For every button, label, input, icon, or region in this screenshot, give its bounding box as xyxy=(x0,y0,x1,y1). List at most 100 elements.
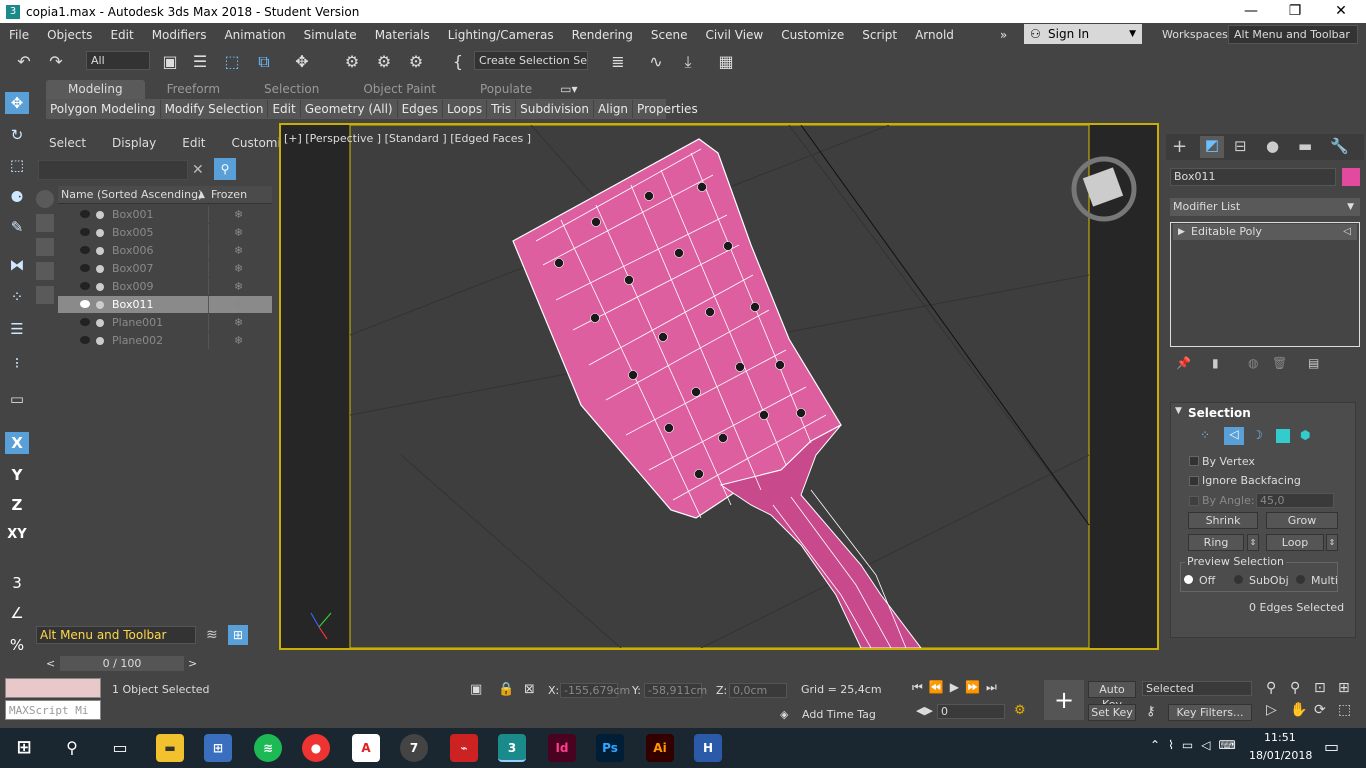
menu-animation[interactable]: Animation xyxy=(215,28,294,42)
visibility-eye-icon[interactable] xyxy=(80,246,90,254)
measure-icon[interactable]: ▭ xyxy=(5,388,29,410)
panel-edges[interactable]: Edges xyxy=(398,100,444,118)
orbit-icon[interactable]: ⟳ xyxy=(1314,702,1326,718)
chrome-icon[interactable]: ● xyxy=(302,734,330,762)
time-next-button[interactable]: > xyxy=(188,657,197,670)
border-mode-icon[interactable]: ☽ xyxy=(1252,428,1263,442)
spacing-icon[interactable]: ⁝ xyxy=(5,352,29,374)
minimize-button[interactable]: — xyxy=(1228,0,1274,23)
rotate-tool-icon[interactable]: ↻ xyxy=(5,124,29,146)
time-prev-button[interactable]: < xyxy=(46,657,55,670)
goto-start-icon[interactable]: ⏮ xyxy=(912,680,929,694)
undo-icon[interactable]: ↶ xyxy=(12,50,36,74)
motion-tab-icon[interactable]: ● xyxy=(1266,137,1279,155)
render-setup-icon[interactable]: ▦ xyxy=(714,50,738,74)
zoom-extents-icon[interactable]: ⊡ xyxy=(1314,680,1326,696)
show-end-result-icon[interactable]: ▮ xyxy=(1212,356,1219,370)
app-7-icon[interactable]: 7 xyxy=(400,734,428,762)
scale-tool-icon[interactable]: ⬚ xyxy=(5,154,29,176)
panel-polygon-modeling[interactable]: Polygon Modeling xyxy=(46,100,161,118)
sign-in-button[interactable]: Sign In ⚇ ▼ xyxy=(1024,24,1142,44)
configure-modifier-sets-icon[interactable]: ▤ xyxy=(1308,356,1319,370)
schematic-view-icon[interactable]: ⤓ xyxy=(676,50,700,74)
unlink-icon[interactable]: ⚙ xyxy=(372,50,396,74)
workspaces-dropdown[interactable]: Alt Menu and Toolbar xyxy=(1228,25,1358,44)
preview-multi-radio[interactable] xyxy=(1296,575,1305,584)
array-icon[interactable]: ⁘ xyxy=(5,286,29,308)
visibility-eye-icon[interactable] xyxy=(80,318,90,326)
angle-spinner[interactable]: 45,0 xyxy=(1256,493,1334,508)
display-lights-icon[interactable] xyxy=(36,238,54,256)
time-slider[interactable]: 0 / 100 xyxy=(60,656,184,671)
visibility-eye-icon[interactable] xyxy=(80,228,90,236)
store-icon[interactable]: ⊞ xyxy=(204,734,232,762)
menu-rendering[interactable]: Rendering xyxy=(563,28,642,42)
scene-row[interactable]: Plane002 ❄ xyxy=(58,332,272,349)
xy-plane-icon[interactable]: XY xyxy=(5,524,29,546)
photoshop-icon[interactable]: Ps xyxy=(596,734,624,762)
panel-edit[interactable]: Edit xyxy=(268,100,301,118)
utilities-tab-icon[interactable]: 🔧 xyxy=(1330,137,1349,155)
3dsmax-taskbar-icon[interactable]: 3 xyxy=(498,734,526,762)
h2-app-icon[interactable]: H xyxy=(694,734,722,762)
edge-mode-icon[interactable]: ◁ xyxy=(1224,427,1244,445)
spotify-icon[interactable]: ≋ xyxy=(254,734,282,762)
scene-row[interactable]: Box006 ❄ xyxy=(58,242,272,259)
tab-populate[interactable]: Populate xyxy=(458,80,554,99)
redo-icon[interactable]: ↷ xyxy=(44,50,68,74)
display-objects-icon[interactable] xyxy=(36,190,54,208)
panel-properties[interactable]: Properties xyxy=(633,100,703,118)
named-selection-icon[interactable]: { xyxy=(446,50,470,74)
panel-modify-selection[interactable]: Modify Selection xyxy=(161,100,269,118)
indesign-icon[interactable]: Id xyxy=(548,734,576,762)
select-by-name-icon[interactable]: ☰ xyxy=(188,50,212,74)
z-coord-field[interactable]: 0,0cm xyxy=(729,683,787,698)
rectangular-selection-icon[interactable]: ⬚ xyxy=(220,50,244,74)
panel-align[interactable]: Align xyxy=(594,100,634,118)
object-name-field[interactable]: Box011 xyxy=(1170,168,1336,186)
remove-modifier-icon[interactable]: 🗑 xyxy=(1272,356,1287,370)
field-of-view-icon[interactable]: ▷ xyxy=(1266,702,1277,718)
freeze-icon[interactable]: ❄ xyxy=(234,260,243,277)
visibility-eye-icon[interactable] xyxy=(80,282,90,290)
display-tab-icon[interactable]: ▬ xyxy=(1298,137,1312,155)
menu-materials[interactable]: Materials xyxy=(366,28,439,42)
create-tab-icon[interactable]: + xyxy=(1172,136,1187,157)
perspective-viewport[interactable] xyxy=(279,123,1159,650)
curve-editor-icon[interactable]: ∿ xyxy=(644,50,668,74)
menu-file[interactable]: File xyxy=(0,28,38,42)
visibility-eye-icon[interactable] xyxy=(80,264,90,272)
element-mode-icon[interactable]: ⬢ xyxy=(1300,428,1310,442)
z-axis-icon[interactable]: Z xyxy=(5,494,29,516)
action-center-icon[interactable]: ▭ xyxy=(1324,737,1339,756)
modifier-list-dropdown[interactable]: Modifier List ▼ xyxy=(1170,198,1360,216)
maximize-viewport-icon[interactable]: ⬚ xyxy=(1338,702,1351,718)
isolate-selection-icon[interactable]: ▣ xyxy=(470,682,482,697)
stack-item-editable-poly[interactable]: ▶ Editable Poly ◁ xyxy=(1173,224,1357,240)
auto-key-button[interactable]: Auto Key xyxy=(1088,681,1136,711)
loop-spinner-icon[interactable]: ⇕ xyxy=(1326,534,1338,551)
current-frame-field[interactable]: 0 xyxy=(937,704,1005,719)
freeze-icon[interactable]: ❄ xyxy=(234,224,243,241)
add-time-tag-button[interactable]: Add Time Tag xyxy=(802,708,876,721)
layer-explorer-toggle-icon[interactable]: ≋ xyxy=(206,627,218,643)
freeze-icon[interactable]: ❄ xyxy=(234,314,243,331)
maximize-button[interactable]: ❐ xyxy=(1272,0,1318,23)
modify-tab-icon[interactable]: ◩ xyxy=(1200,136,1224,158)
play-icon[interactable]: ▶ xyxy=(950,680,965,694)
grow-button[interactable]: Grow xyxy=(1266,512,1338,529)
tray-chevron-icon[interactable]: ⌃ xyxy=(1150,738,1168,752)
selection-rollout-title[interactable]: Selection xyxy=(1188,406,1251,420)
viewport-label[interactable]: [+] [Perspective ] [Standard ] [Edged Fa… xyxy=(284,132,531,145)
prev-frame-icon[interactable]: ⏪ xyxy=(929,680,950,694)
y-axis-icon[interactable]: Y xyxy=(5,464,29,486)
search-icon[interactable]: ⚲ xyxy=(58,734,86,762)
selection-lock-icon[interactable]: 🔒 xyxy=(498,682,514,697)
snaps-3d-icon[interactable]: 3 xyxy=(5,572,29,594)
collapse-triangle-icon[interactable]: ▼ xyxy=(1175,406,1182,416)
select-object-icon[interactable]: ▣ xyxy=(158,50,182,74)
panel-tris[interactable]: Tris xyxy=(487,100,517,118)
autocad-icon[interactable]: A xyxy=(352,734,380,762)
scene-row[interactable]: Box009 ❄ xyxy=(58,278,272,295)
tab-modeling[interactable]: Modeling xyxy=(46,80,145,99)
